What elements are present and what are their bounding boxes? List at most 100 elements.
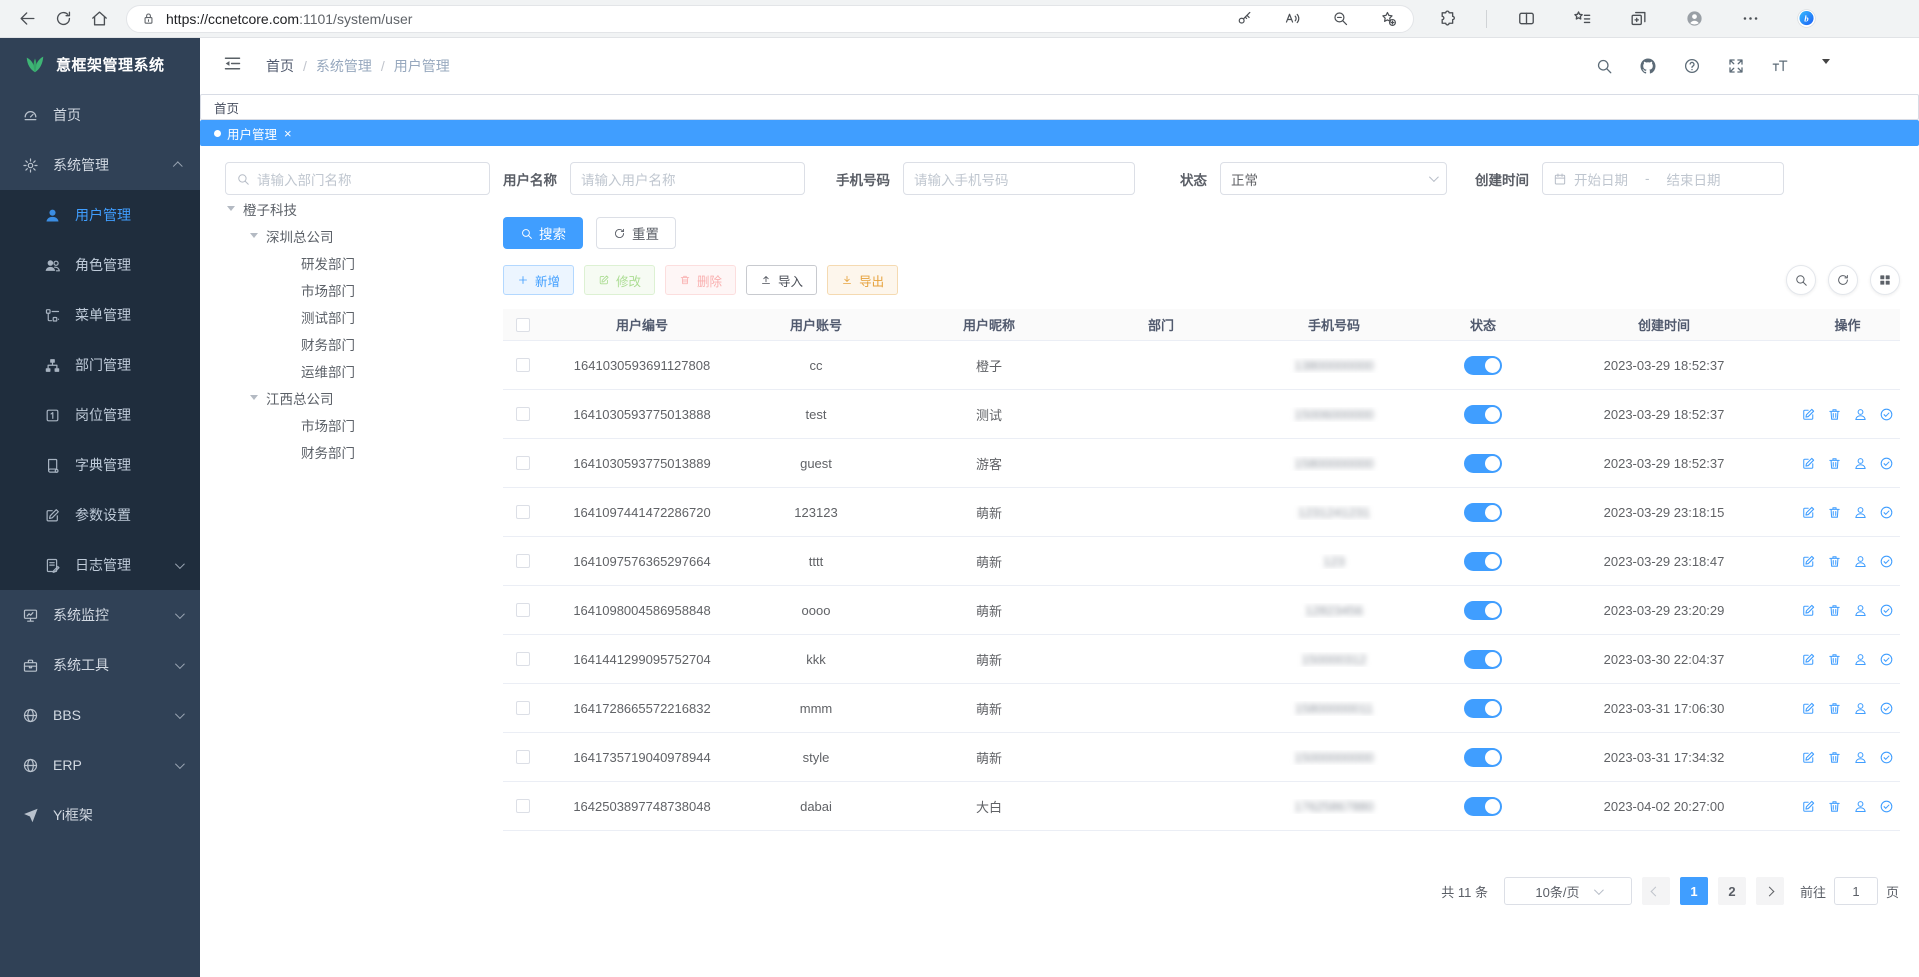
edit-icon[interactable] bbox=[1801, 701, 1816, 716]
select-all-checkbox[interactable] bbox=[516, 318, 530, 332]
tree-item[interactable]: 运维部门 bbox=[225, 357, 490, 384]
tree-item[interactable]: 深圳总公司 bbox=[225, 222, 490, 249]
department-search-input[interactable]: 请输入部门名称 bbox=[225, 162, 490, 195]
sidebar-menu-item[interactable]: 菜单管理 bbox=[0, 290, 200, 340]
sidebar-fold-icon[interactable] bbox=[222, 53, 248, 79]
export-button[interactable]: 导出 bbox=[827, 265, 898, 295]
edit-icon[interactable] bbox=[1801, 554, 1816, 569]
sidebar-menu-item[interactable]: 角色管理 bbox=[0, 240, 200, 290]
tab-close-icon[interactable]: × bbox=[284, 127, 292, 140]
row-checkbox[interactable] bbox=[516, 456, 530, 470]
sidebar-menu-item[interactable]: 参数设置 bbox=[0, 490, 200, 540]
read-aloud-icon[interactable] bbox=[1277, 6, 1307, 32]
tree-item[interactable]: 财务部门 bbox=[225, 330, 490, 357]
table-refresh-button[interactable] bbox=[1828, 265, 1858, 295]
tree-item[interactable]: 测试部门 bbox=[225, 303, 490, 330]
status-toggle[interactable] bbox=[1464, 797, 1502, 816]
page-number-button[interactable]: 2 bbox=[1718, 877, 1746, 905]
page-size-select[interactable]: 10条/页 bbox=[1504, 877, 1632, 905]
breadcrumb-system[interactable]: 系统管理 bbox=[316, 56, 372, 76]
sidebar-menu-item[interactable]: 岗位管理 bbox=[0, 390, 200, 440]
row-checkbox[interactable] bbox=[516, 358, 530, 372]
help-icon[interactable] bbox=[1683, 57, 1701, 75]
edit-icon[interactable] bbox=[1801, 407, 1816, 422]
edit-icon[interactable] bbox=[1801, 652, 1816, 667]
delete-icon[interactable] bbox=[1827, 554, 1842, 569]
sidebar-menu-item[interactable]: 系统工具 bbox=[0, 640, 200, 690]
address-bar[interactable]: https://ccnetcore.com:1101/system/user bbox=[126, 5, 1414, 33]
add-favorite-icon[interactable] bbox=[1373, 6, 1403, 32]
edit-icon[interactable] bbox=[1801, 505, 1816, 520]
row-checkbox[interactable] bbox=[516, 554, 530, 568]
delete-icon[interactable] bbox=[1827, 456, 1842, 471]
assign-role-icon[interactable] bbox=[1879, 407, 1894, 422]
phone-input[interactable]: 请输入手机号码 bbox=[903, 162, 1135, 195]
delete-icon[interactable] bbox=[1827, 652, 1842, 667]
reset-password-icon[interactable] bbox=[1853, 799, 1868, 814]
tree-item[interactable]: 江西总公司 bbox=[225, 384, 490, 411]
split-screen-icon[interactable] bbox=[1509, 4, 1543, 34]
page-tab[interactable]: 首页 × bbox=[200, 94, 1919, 120]
goto-page-input[interactable] bbox=[1834, 877, 1878, 905]
delete-button[interactable]: 删除 bbox=[665, 265, 736, 295]
status-toggle[interactable] bbox=[1464, 748, 1502, 767]
delete-icon[interactable] bbox=[1827, 701, 1842, 716]
status-toggle[interactable] bbox=[1464, 650, 1502, 669]
breadcrumb-home[interactable]: 首页 bbox=[266, 56, 294, 76]
status-select[interactable]: 正常 bbox=[1220, 162, 1447, 195]
add-button[interactable]: 新增 bbox=[503, 265, 574, 295]
status-toggle[interactable] bbox=[1464, 552, 1502, 571]
edit-icon[interactable] bbox=[1801, 456, 1816, 471]
collections-icon[interactable] bbox=[1621, 4, 1655, 34]
sidebar-menu-item[interactable]: BBS bbox=[0, 690, 200, 740]
reset-password-icon[interactable] bbox=[1853, 652, 1868, 667]
assign-role-icon[interactable] bbox=[1879, 701, 1894, 716]
tree-item[interactable]: 市场部门 bbox=[225, 411, 490, 438]
row-checkbox[interactable] bbox=[516, 750, 530, 764]
sidebar-menu-item[interactable]: 字典管理 bbox=[0, 440, 200, 490]
next-page-button[interactable] bbox=[1756, 877, 1784, 905]
sidebar-menu-item[interactable]: 日志管理 bbox=[0, 540, 200, 590]
status-toggle[interactable] bbox=[1464, 699, 1502, 718]
sidebar-menu-item[interactable]: 首页 bbox=[0, 90, 200, 140]
tree-expand-caret-icon[interactable] bbox=[250, 395, 258, 400]
browser-home-button[interactable] bbox=[82, 4, 116, 34]
reset-password-icon[interactable] bbox=[1853, 750, 1868, 765]
reset-password-icon[interactable] bbox=[1853, 505, 1868, 520]
reset-button[interactable]: 重置 bbox=[596, 217, 676, 249]
sidebar-menu-item[interactable]: ERP bbox=[0, 740, 200, 790]
delete-icon[interactable] bbox=[1827, 407, 1842, 422]
import-button[interactable]: 导入 bbox=[746, 265, 817, 295]
browser-profile-icon[interactable] bbox=[1677, 4, 1711, 34]
tree-expand-caret-icon[interactable] bbox=[250, 233, 258, 238]
sidebar-menu-item[interactable]: 部门管理 bbox=[0, 340, 200, 390]
status-toggle[interactable] bbox=[1464, 454, 1502, 473]
page-number-button[interactable]: 1 bbox=[1680, 877, 1708, 905]
tree-item[interactable]: 研发部门 bbox=[225, 249, 490, 276]
row-checkbox[interactable] bbox=[516, 701, 530, 715]
row-checkbox[interactable] bbox=[516, 407, 530, 421]
browser-back-button[interactable] bbox=[10, 4, 44, 34]
edit-button[interactable]: 修改 bbox=[584, 265, 655, 295]
sidebar-menu-item[interactable]: 系统管理 bbox=[0, 140, 200, 190]
assign-role-icon[interactable] bbox=[1879, 750, 1894, 765]
delete-icon[interactable] bbox=[1827, 750, 1842, 765]
edit-icon[interactable] bbox=[1801, 603, 1816, 618]
copilot-icon[interactable]: b bbox=[1789, 4, 1823, 34]
assign-role-icon[interactable] bbox=[1879, 456, 1894, 471]
sidebar-menu-item[interactable]: Yi框架 bbox=[0, 790, 200, 840]
reset-password-icon[interactable] bbox=[1853, 554, 1868, 569]
assign-role-icon[interactable] bbox=[1879, 652, 1894, 667]
status-toggle[interactable] bbox=[1464, 405, 1502, 424]
tree-expand-caret-icon[interactable] bbox=[227, 206, 235, 211]
edit-icon[interactable] bbox=[1801, 799, 1816, 814]
reset-password-icon[interactable] bbox=[1853, 603, 1868, 618]
lock-icon[interactable] bbox=[141, 11, 156, 26]
favorites-icon[interactable] bbox=[1565, 4, 1599, 34]
extensions-icon[interactable] bbox=[1430, 4, 1464, 34]
row-checkbox[interactable] bbox=[516, 505, 530, 519]
header-search-icon[interactable] bbox=[1595, 57, 1613, 75]
status-toggle[interactable] bbox=[1464, 503, 1502, 522]
reset-password-icon[interactable] bbox=[1853, 407, 1868, 422]
search-button[interactable]: 搜索 bbox=[503, 217, 583, 249]
